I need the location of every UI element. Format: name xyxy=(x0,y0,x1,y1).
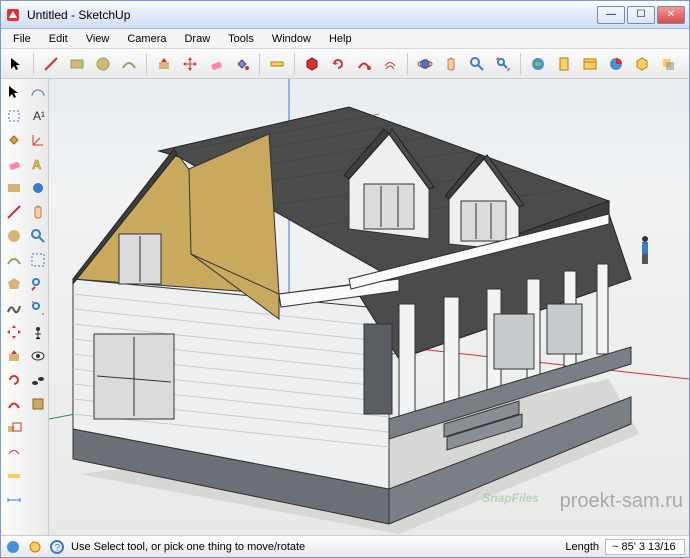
eraser-tool-icon[interactable] xyxy=(205,53,227,75)
maximize-button[interactable]: ☐ xyxy=(627,6,655,24)
walk-icon[interactable] xyxy=(27,369,49,391)
measure-label: Length xyxy=(565,541,599,553)
help-icon[interactable]: ? xyxy=(49,539,65,555)
follow-me-tool-icon[interactable] xyxy=(353,53,375,75)
menu-help[interactable]: Help xyxy=(321,31,360,47)
pan-left-icon[interactable] xyxy=(27,201,49,223)
menu-bar: File Edit View Camera Draw Tools Window … xyxy=(1,29,689,49)
arc-tool-icon[interactable] xyxy=(118,53,140,75)
zoom-window-left-icon[interactable] xyxy=(27,249,49,271)
shadow-icon[interactable] xyxy=(657,53,679,75)
content-area: A¹ A xyxy=(1,79,689,535)
zoom-tool-icon[interactable] xyxy=(466,53,488,75)
previous-view-icon[interactable] xyxy=(27,273,49,295)
menu-draw[interactable]: Draw xyxy=(176,31,218,47)
arc-left-icon[interactable] xyxy=(3,249,25,271)
status-bar: ? Use Select tool, or pick one thing to … xyxy=(1,535,689,557)
component-browser-icon[interactable] xyxy=(579,53,601,75)
credits-icon[interactable] xyxy=(27,539,43,555)
make-component-icon[interactable] xyxy=(301,53,323,75)
menu-window[interactable]: Window xyxy=(264,31,319,47)
menu-camera[interactable]: Camera xyxy=(119,31,174,47)
pan-tool-icon[interactable] xyxy=(440,53,462,75)
select-tool-left-icon[interactable] xyxy=(3,81,25,103)
rotate-tool-icon[interactable] xyxy=(327,53,349,75)
minimize-button[interactable]: — xyxy=(597,6,625,24)
section-plane-icon[interactable] xyxy=(27,393,49,415)
dimension-left-icon[interactable] xyxy=(3,489,25,511)
circle-left-icon[interactable] xyxy=(3,225,25,247)
share-model-icon[interactable] xyxy=(553,53,575,75)
tape-left-icon[interactable] xyxy=(3,465,25,487)
orbit-tool-icon[interactable] xyxy=(414,53,436,75)
freehand-left-icon[interactable] xyxy=(3,297,25,319)
line-tool-icon[interactable] xyxy=(40,53,62,75)
zoom-left-icon[interactable] xyxy=(27,225,49,247)
paint-bucket-tool-icon[interactable] xyxy=(231,53,253,75)
status-hint-text: Use Select tool, or pick one thing to mo… xyxy=(71,541,559,553)
zoom-extents-tool-icon[interactable] xyxy=(492,53,514,75)
follow-me-left-icon[interactable] xyxy=(3,393,25,415)
titlebar: Untitled - SketchUp — ☐ ✕ xyxy=(1,1,689,29)
get-models-icon[interactable] xyxy=(527,53,549,75)
tape-measure-tool-icon[interactable] xyxy=(266,53,288,75)
move-tool-icon[interactable] xyxy=(179,53,201,75)
line-left-icon[interactable] xyxy=(3,201,25,223)
offset-left-icon[interactable] xyxy=(3,441,25,463)
select-tool-icon[interactable] xyxy=(5,53,27,75)
layers-icon[interactable] xyxy=(631,53,653,75)
house-model xyxy=(49,79,689,535)
window-title: Untitled - SketchUp xyxy=(27,8,597,22)
svg-text:A¹: A¹ xyxy=(33,109,45,123)
menu-tools[interactable]: Tools xyxy=(220,31,262,47)
eraser-left-icon[interactable] xyxy=(3,153,25,175)
axes-left-icon[interactable] xyxy=(27,129,49,151)
push-pull-tool-icon[interactable] xyxy=(153,53,175,75)
app-icon xyxy=(5,7,21,23)
svg-text:?: ? xyxy=(55,543,61,554)
position-camera-icon[interactable] xyxy=(27,321,49,343)
make-component-left-icon[interactable] xyxy=(3,105,25,127)
window-controls: — ☐ ✕ xyxy=(597,6,685,24)
circle-tool-icon[interactable] xyxy=(92,53,114,75)
viewport-3d[interactable]: SnapFiles proekt-sam.ru xyxy=(49,79,689,535)
polygon-left-icon[interactable] xyxy=(3,273,25,295)
top-toolbar xyxy=(1,49,689,79)
look-around-icon[interactable] xyxy=(27,345,49,367)
protractor-left-icon[interactable] xyxy=(27,81,49,103)
rectangle-tool-icon[interactable] xyxy=(66,53,88,75)
geo-location-icon[interactable] xyxy=(5,539,21,555)
scale-left-icon[interactable] xyxy=(3,417,25,439)
left-toolbar: A¹ A xyxy=(1,79,49,535)
menu-view[interactable]: View xyxy=(78,31,118,47)
measurement-box[interactable]: ~ 85' 3 13/16 xyxy=(605,539,685,555)
menu-file[interactable]: File xyxy=(5,31,39,47)
materials-icon[interactable] xyxy=(605,53,627,75)
orbit-left-icon[interactable] xyxy=(27,177,49,199)
zoom-extents-left-icon[interactable] xyxy=(27,297,49,319)
offset-tool-icon[interactable] xyxy=(379,53,401,75)
close-button[interactable]: ✕ xyxy=(657,6,685,24)
app-window: Untitled - SketchUp — ☐ ✕ File Edit View… xyxy=(0,0,690,558)
push-pull-left-icon[interactable] xyxy=(3,345,25,367)
text-left-icon[interactable]: A¹ xyxy=(27,105,49,127)
svg-text:A: A xyxy=(32,157,42,172)
move-left-icon[interactable] xyxy=(3,321,25,343)
paint-left-icon[interactable] xyxy=(3,129,25,151)
3dtext-left-icon[interactable]: A xyxy=(27,153,49,175)
menu-edit[interactable]: Edit xyxy=(41,31,76,47)
rectangle-left-icon[interactable] xyxy=(3,177,25,199)
rotate-left-icon[interactable] xyxy=(3,369,25,391)
